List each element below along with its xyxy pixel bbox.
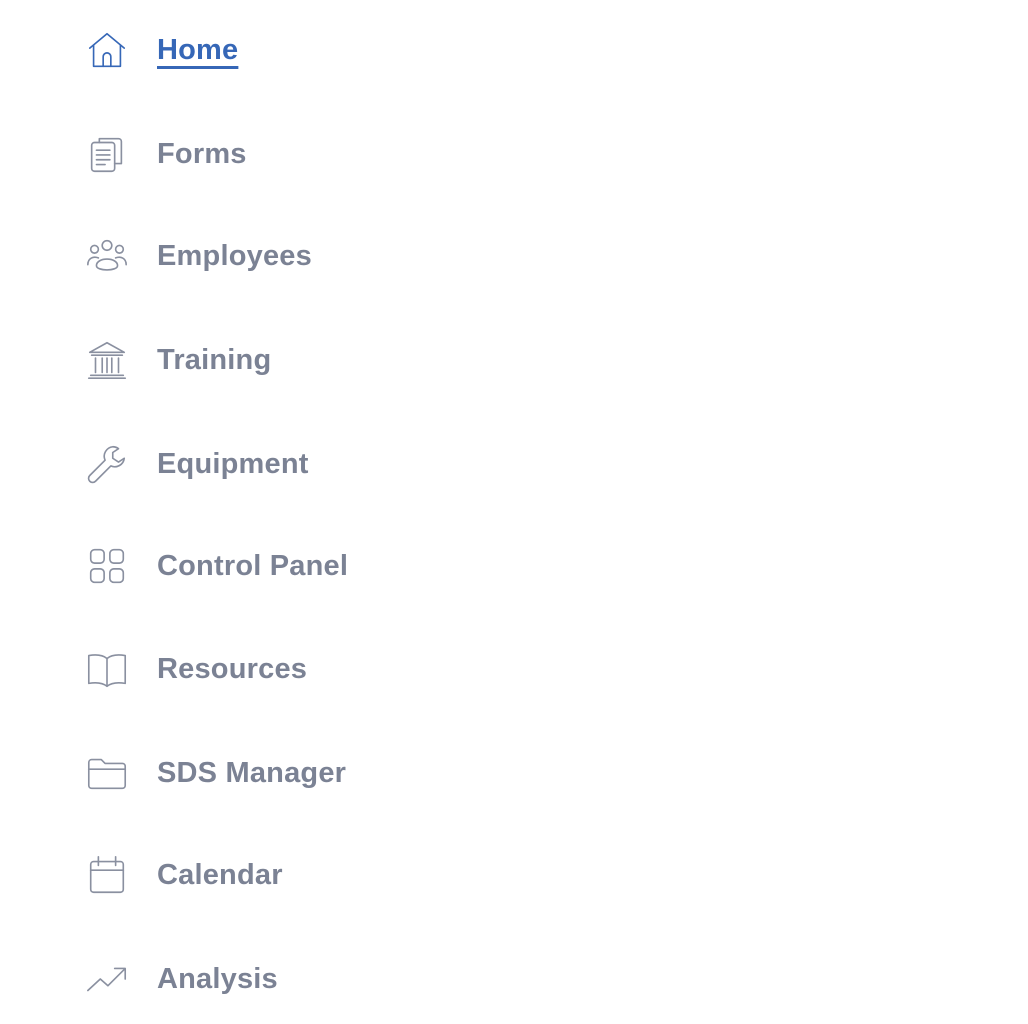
- nav-item-employees[interactable]: Employees: [84, 226, 312, 286]
- nav-label-employees: Employees: [157, 239, 312, 272]
- nav-item-equipment[interactable]: Equipment: [84, 434, 309, 494]
- nav-item-training[interactable]: Training: [84, 330, 271, 390]
- nav-label-calendar: Calendar: [157, 858, 283, 891]
- nav-label-analysis: Analysis: [157, 962, 278, 995]
- nav-label-forms: Forms: [157, 137, 247, 170]
- clipboard-icon: [84, 131, 130, 177]
- nav-item-resources[interactable]: Resources: [84, 639, 307, 699]
- nav-label-resources: Resources: [157, 652, 308, 685]
- nav-label-training: Training: [157, 343, 272, 376]
- nav-item-forms[interactable]: Forms: [84, 124, 247, 184]
- grid-icon: [84, 543, 130, 589]
- nav-label-sds-manager: SDS Manager: [157, 756, 347, 789]
- trending-up-icon: [84, 956, 130, 1002]
- nav-item-sds-manager[interactable]: SDS Manager: [84, 743, 346, 803]
- nav-label-control-panel: Control Panel: [157, 549, 349, 582]
- calendar-icon: [84, 852, 130, 898]
- nav-item-calendar[interactable]: Calendar: [84, 845, 283, 905]
- nav-item-control-panel[interactable]: Control Panel: [84, 536, 348, 596]
- nav-item-analysis[interactable]: Analysis: [84, 949, 278, 1009]
- users-icon: [84, 233, 130, 279]
- nav-label-equipment: Equipment: [157, 447, 309, 480]
- folder-icon: [84, 750, 130, 796]
- bank-icon: [84, 337, 130, 383]
- nav-item-home[interactable]: Home: [84, 20, 238, 80]
- nav-label-home: Home: [157, 33, 239, 66]
- book-icon: [84, 646, 130, 692]
- home-icon: [84, 27, 130, 73]
- wrench-icon: [84, 441, 130, 487]
